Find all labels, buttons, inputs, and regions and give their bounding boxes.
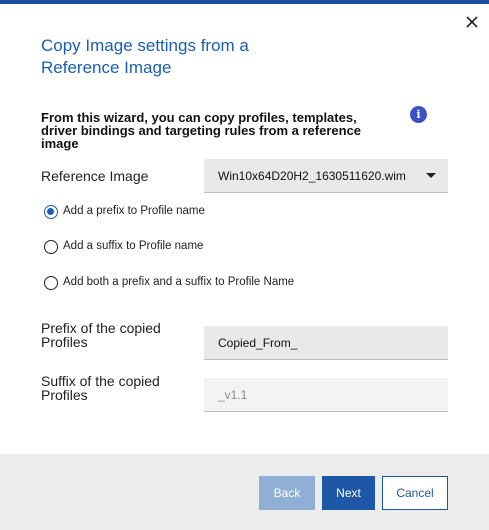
prefix-label-line-1: Prefix of the copied [41,320,161,336]
suffix-label-line-2: Profiles [41,387,88,403]
prefix-label-line-2: Profiles [41,334,88,350]
reference-image-select[interactable]: Win10x64D20H2_1630511620.wim [204,159,448,193]
radio-label: Add a suffix to Profile name [63,240,204,252]
radio-label: Add both a prefix and a suffix to Profil… [63,276,295,288]
suffix-field-label: Suffix of the copied Profiles [41,374,191,402]
close-icon [466,16,478,28]
prefix-field-label: Prefix of the copied Profiles [41,321,191,349]
cancel-button[interactable]: Cancel [382,476,448,510]
wizard-description: From this wizard, you can copy profiles,… [41,111,381,150]
reference-image-label: Reference Image [41,168,149,184]
radio-circle [44,276,58,290]
suffix-input[interactable] [204,378,448,412]
reference-image-selected-value: Win10x64D20H2_1630511620.wim [218,169,406,183]
wizard-description-line-3: image [41,136,79,151]
radio-circle [44,205,58,219]
caret-down-icon [426,173,436,178]
wizard-description-line-2: driver bindings and targeting rules from… [41,123,362,138]
dialog-title: Copy Image settings from a Reference Ima… [41,35,341,79]
suffix-label-line-1: Suffix of the copied [41,373,160,389]
radio-label: Add a prefix to Profile name [63,205,205,217]
next-button[interactable]: Next [322,476,375,510]
prefix-input[interactable] [204,326,448,360]
dialog-title-line-2: Reference Image [41,58,172,77]
back-button[interactable]: Back [259,476,315,510]
dialog-top-accent-bar [0,0,489,4]
close-button[interactable] [463,13,481,31]
info-icon[interactable]: i [410,106,427,123]
dialog-title-line-1: Copy Image settings from a [41,36,249,55]
radio-circle [44,240,58,254]
